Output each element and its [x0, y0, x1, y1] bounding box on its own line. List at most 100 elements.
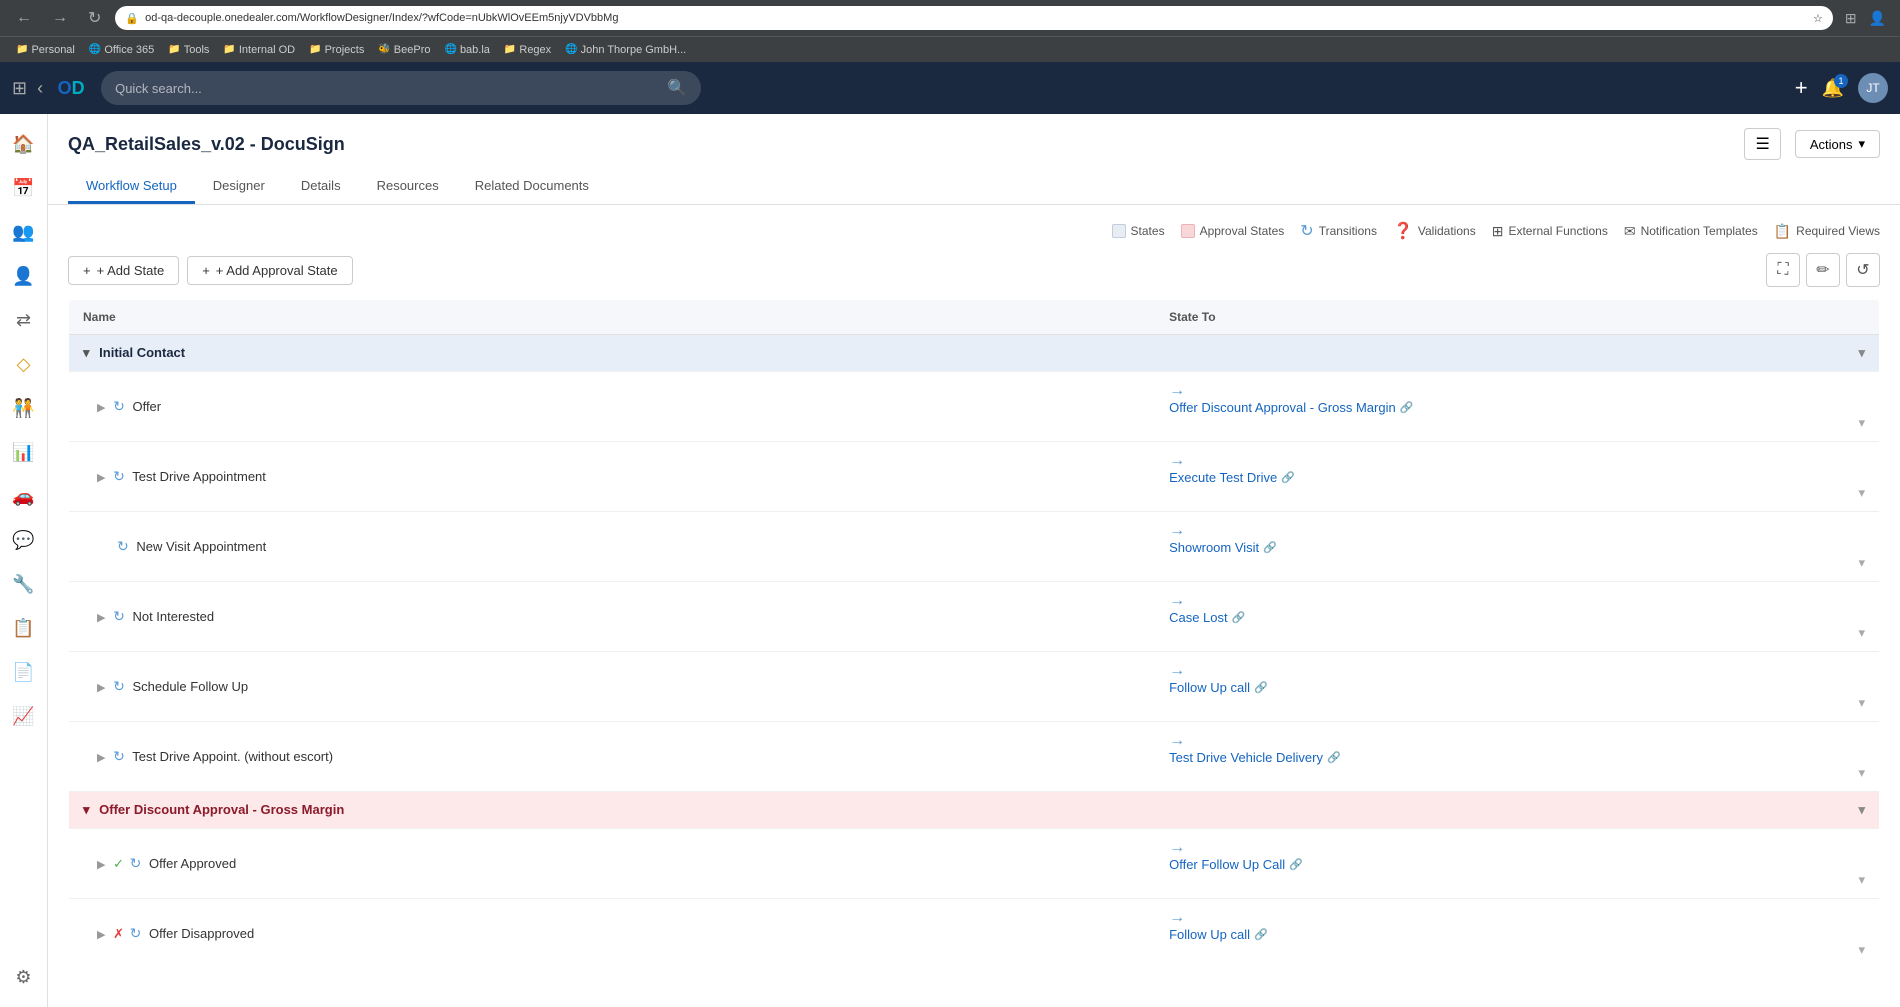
back-nav-button[interactable]: ← [10, 7, 38, 29]
arrow-icon-2: → [1169, 452, 1185, 469]
arrow-icon-4: → [1169, 592, 1185, 609]
search-bar[interactable]: 🔍 [101, 71, 701, 105]
bookmark-tools[interactable]: 📁 Tools [162, 42, 215, 58]
tab-resources[interactable]: Resources [359, 170, 457, 204]
user-avatar[interactable]: JT [1858, 73, 1888, 103]
babla-icon: 🌐 [444, 44, 456, 55]
sidebar-item-calendar[interactable]: 📅 [6, 170, 42, 206]
expander-icon-6[interactable]: ▶ [97, 752, 105, 764]
legend-states: States [1112, 224, 1165, 238]
row-chevron-icon-6: ▾ [1858, 765, 1865, 781]
sidebar-item-chat[interactable]: 💬 [6, 522, 42, 558]
tab-designer[interactable]: Designer [195, 170, 283, 204]
transition-state-to-offerapproved: → Offer Follow Up Call 🔗 ▾ [1155, 829, 1879, 899]
sidebar-item-userplus[interactable]: 🧑‍🤝‍🧑 [6, 390, 42, 426]
group-row-initial-contact[interactable]: ▾ Initial Contact ▾ [69, 335, 1880, 372]
state-to-link-testdrive-noescort[interactable]: Test Drive Vehicle Delivery 🔗 [1169, 750, 1865, 765]
search-input[interactable] [115, 81, 659, 96]
state-to-link-notinterested[interactable]: Case Lost 🔗 [1169, 610, 1865, 625]
expander-icon-2[interactable]: ▶ [97, 472, 105, 484]
bookmark-babla[interactable]: 🌐 bab.la [438, 42, 495, 58]
state-to-link-newvisit[interactable]: Showroom Visit 🔗 [1169, 540, 1865, 555]
approval-dot [1181, 224, 1195, 238]
row-chevron-icon-5: ▾ [1858, 695, 1865, 711]
profile-button[interactable]: 👤 [1865, 8, 1890, 29]
sidebar-item-diamond[interactable]: ◇ [6, 346, 42, 382]
sidebar-item-people[interactable]: 👥 [6, 214, 42, 250]
plus-icon-2: + [202, 263, 210, 278]
sidebar-item-chart[interactable]: 📈 [6, 698, 42, 734]
notifications-button[interactable]: 🔔 1 [1822, 78, 1844, 99]
tab-related-docs[interactable]: Related Documents [457, 170, 607, 204]
transition-state-to-testdrive-noescort: → Test Drive Vehicle Delivery 🔗 ▾ [1155, 722, 1879, 792]
expander-icon[interactable]: ▶ [97, 402, 105, 414]
bookmark-office365[interactable]: 🌐 Office 365 [83, 42, 160, 58]
bookmark-regex[interactable]: 📁 Regex [498, 42, 557, 58]
expander-icon-5[interactable]: ▶ [97, 682, 105, 694]
bookmark-projects[interactable]: 📁 Projects [303, 42, 370, 58]
add-state-button[interactable]: + + Add State [68, 256, 179, 285]
grid-menu-button[interactable]: ⊞ [12, 78, 27, 99]
transition-row-offerapproved: ▶ ✓ ↻ Offer Approved → Offer Follow Up C… [69, 829, 1880, 899]
states-dot [1112, 224, 1126, 238]
bookmark-internal-od[interactable]: 📁 Internal OD [217, 42, 301, 58]
url-bar[interactable]: 🔒 od-qa-decouple.onedealer.com/WorkflowD… [115, 6, 1832, 30]
transition-state-to-offer: → Offer Discount Approval - Gross Margin… [1155, 372, 1879, 442]
expander-icon-4[interactable]: ▶ [97, 612, 105, 624]
sidebar-item-person[interactable]: 👤 [6, 258, 42, 294]
transition-state-to-testdrive: → Execute Test Drive 🔗 ▾ [1155, 442, 1879, 512]
expander-icon-7[interactable]: ▶ [97, 859, 105, 871]
sidebar-item-car[interactable]: 🚗 [6, 478, 42, 514]
actions-button[interactable]: Actions ▾ [1795, 130, 1880, 158]
bookmark-personal[interactable]: 📁 Personal [10, 42, 81, 58]
transition-cycle-icon-4: ↻ [113, 608, 125, 624]
state-to-link-offer[interactable]: Offer Discount Approval - Gross Margin 🔗 [1169, 400, 1865, 415]
collapse-icon: ▾ [83, 345, 90, 360]
state-to-link-followup[interactable]: Follow Up call 🔗 [1169, 680, 1865, 695]
transition-name-testdrive: ▶ ↻ Test Drive Appointment [69, 442, 1156, 512]
johnthorpe-icon: 🌐 [565, 44, 577, 55]
bookmark-johnthorpe[interactable]: 🌐 John Thorpe GmbH... [559, 42, 692, 58]
sidebar-item-doc[interactable]: 📄 [6, 654, 42, 690]
add-approval-state-button[interactable]: + + Add Approval State [187, 256, 352, 285]
row-chevron-icon-4: ▾ [1858, 625, 1865, 641]
expander-icon-8[interactable]: ▶ [97, 929, 105, 941]
transition-row-followup: ▶ ↻ Schedule Follow Up → Follow Up call … [69, 652, 1880, 722]
transition-state-to-newvisit: → Showroom Visit 🔗 ▾ [1155, 512, 1879, 582]
transition-cycle-icon-3: ↻ [117, 538, 129, 554]
notification-templates-icon: ✉ [1624, 223, 1636, 240]
state-to-link-testdrive[interactable]: Execute Test Drive 🔗 [1169, 470, 1865, 485]
add-button[interactable]: + [1795, 75, 1808, 101]
external-functions-icon: ⊞ [1492, 223, 1504, 240]
expand-button[interactable]: ⛶ [1766, 253, 1800, 287]
bookmark-beepro[interactable]: 🐝 BeePro [372, 42, 436, 58]
group-chevron-icon-2: ▾ [1858, 802, 1865, 818]
sidebar-item-task[interactable]: 📋 [6, 610, 42, 646]
list-view-button[interactable]: ☰ [1744, 128, 1780, 160]
app-back-button[interactable]: ‹ [37, 78, 43, 99]
sidebar-item-home[interactable]: 🏠 [6, 126, 42, 162]
reset-button[interactable]: ↺ [1846, 253, 1880, 287]
row-chevron-icon-2: ▾ [1858, 485, 1865, 501]
workflow-table: Name State To ▾ Initial Contact ▾ [68, 299, 1880, 969]
transition-row-offer: ▶ ↻ Offer → Offer Discount Approval - Gr… [69, 372, 1880, 442]
sidebar-item-graph[interactable]: 📊 [6, 434, 42, 470]
extensions-button[interactable]: ⊞ [1841, 8, 1861, 29]
sidebar-item-settings[interactable]: ⚙ [6, 959, 42, 995]
forward-nav-button[interactable]: → [46, 7, 74, 29]
sidebar-item-tools[interactable]: 🔧 [6, 566, 42, 602]
sidebar-item-arrows[interactable]: ⇄ [6, 302, 42, 338]
tab-details[interactable]: Details [283, 170, 359, 204]
state-to-link-offerapproved[interactable]: Offer Follow Up Call 🔗 [1169, 857, 1865, 872]
transition-cycle-icon-5: ↻ [113, 678, 125, 694]
group-row-offer-discount[interactable]: ▾ Offer Discount Approval - Gross Margin… [69, 792, 1880, 829]
folder-icon: 📁 [16, 44, 28, 55]
state-to-link-offerdisapproved[interactable]: Follow Up call 🔗 [1169, 927, 1865, 942]
expand-icon: ⛶ [1777, 261, 1788, 279]
edit-button[interactable]: ✏ [1806, 253, 1840, 287]
main-content: QA_RetailSales_v.02 - DocuSign ☰ Actions… [48, 114, 1900, 1007]
tab-workflow-setup[interactable]: Workflow Setup [68, 170, 195, 204]
reload-nav-button[interactable]: ↻ [82, 6, 107, 30]
transition-row-offerdisapproved: ▶ ✗ ↻ Offer Disapproved → Follow Up call… [69, 899, 1880, 969]
plus-icon: + [83, 263, 91, 278]
